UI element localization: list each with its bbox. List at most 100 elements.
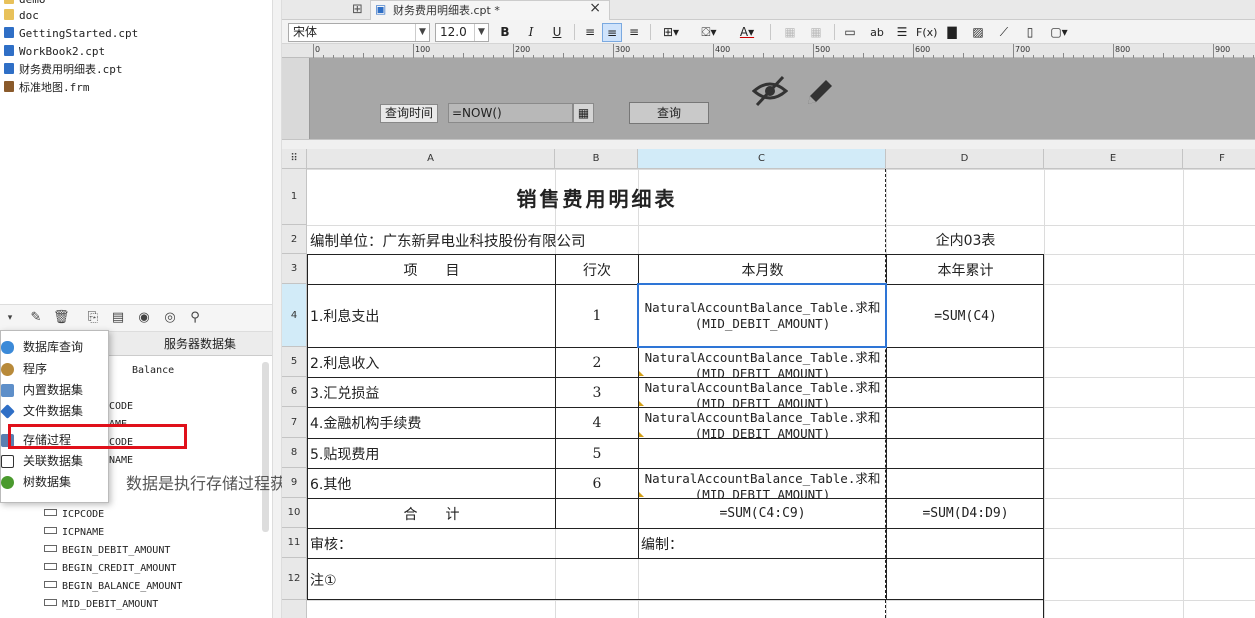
calendar-icon[interactable]: ▦: [573, 103, 594, 123]
row-header-6[interactable]: 6: [282, 377, 307, 407]
item-month-cell[interactable]: NaturalAccountBalance_Table.求和(MID_DEBIT…: [639, 348, 886, 377]
delete-icon[interactable]: 🗑: [53, 310, 70, 326]
file-item-gettingstarted[interactable]: GettingStarted.cpt: [4, 25, 138, 43]
close-tab-icon[interactable]: ×: [589, 0, 601, 16]
item-name-cell[interactable]: 4.金融机构手续费: [308, 408, 555, 438]
dataset-edit-icon[interactable]: ▤: [110, 310, 126, 326]
insert-richtext-icon[interactable]: ab: [867, 23, 887, 42]
edit-pencil-icon[interactable]: [804, 74, 836, 108]
file-item-doc[interactable]: doc: [4, 7, 39, 25]
underline-button[interactable]: U: [547, 23, 567, 42]
item-year-cell[interactable]: [887, 348, 1044, 377]
item-year-cell[interactable]: =SUM(C4): [887, 285, 1044, 347]
field-item[interactable]: BEGIN_BALANCE_AMOUNT: [44, 578, 182, 596]
row-header-5[interactable]: 5: [282, 347, 307, 377]
border-icon[interactable]: ⊞▾: [656, 23, 686, 42]
item-year-cell[interactable]: [887, 408, 1044, 438]
font-name-select[interactable]: 宋体 ▼: [288, 23, 430, 42]
font-color-icon[interactable]: A▾: [732, 23, 762, 42]
field-item[interactable]: BEGIN_CREDIT_AMOUNT: [44, 560, 176, 578]
insert-chart-icon[interactable]: ▇: [942, 23, 962, 42]
column-header-c[interactable]: C: [638, 149, 886, 169]
item-name-cell[interactable]: 1.利息支出: [308, 285, 555, 347]
dataset-scrollbar[interactable]: [262, 362, 269, 532]
db-refresh-icon[interactable]: ◎: [162, 310, 178, 326]
date-input[interactable]: =NOW(): [448, 103, 573, 123]
header-year[interactable]: 本年累计: [887, 255, 1044, 284]
item-month-cell[interactable]: NaturalAccountBalance_Table.求和(MID_DEBIT…: [639, 469, 886, 498]
insert-text-icon[interactable]: ▭: [840, 23, 860, 42]
item-year-cell[interactable]: [887, 378, 1044, 407]
note-cell[interactable]: 注①: [308, 559, 886, 600]
column-header-d[interactable]: D: [886, 149, 1044, 169]
unmerge-cells-icon[interactable]: ▦: [806, 23, 826, 42]
search-icon[interactable]: ⚲: [187, 310, 203, 326]
item-year-cell[interactable]: [887, 469, 1044, 498]
menu-item-db-query[interactable]: 数据库查询: [1, 337, 109, 358]
editor-tab[interactable]: ▣ 财务费用明细表.cpt * ×: [370, 0, 610, 20]
column-header-a[interactable]: A: [307, 149, 555, 169]
hide-eye-icon[interactable]: [752, 74, 788, 108]
item-line-cell[interactable]: 1: [556, 285, 638, 347]
item-line-cell[interactable]: 4: [556, 408, 638, 438]
menu-item-tree[interactable]: 树数据集: [1, 472, 109, 493]
insert-subreport-icon[interactable]: ▯: [1020, 23, 1040, 42]
row-header-3[interactable]: 3: [282, 254, 307, 284]
grid-corner[interactable]: ⠿: [282, 149, 307, 169]
menu-item-builtin[interactable]: 内置数据集: [1, 380, 109, 401]
field-item[interactable]: MID_DEBIT_AMOUNT: [44, 596, 158, 614]
total-year-cell[interactable]: =SUM(D4:D9): [887, 499, 1044, 528]
panel-splitter[interactable]: [272, 0, 282, 618]
row-header-1[interactable]: 1: [282, 169, 307, 225]
font-size-select[interactable]: 12.0 ▼: [435, 23, 489, 42]
item-line-cell[interactable]: 2: [556, 348, 638, 377]
bold-button[interactable]: B: [495, 23, 515, 42]
reviewer-cell[interactable]: 审核：: [308, 529, 555, 558]
menu-item-file[interactable]: 文件数据集: [0, 401, 109, 422]
insert-formula-icon[interactable]: F(x): [916, 23, 937, 42]
grid-layout-icon[interactable]: ⊞: [352, 2, 363, 17]
column-header-f[interactable]: F: [1183, 149, 1255, 169]
db-icon[interactable]: ◉: [136, 310, 152, 326]
total-label-cell[interactable]: 合 计: [308, 499, 555, 528]
report-title[interactable]: 销售费用明细表: [308, 170, 886, 225]
file-item-workbook2[interactable]: WorkBook2.cpt: [4, 43, 105, 61]
unit-cell[interactable]: 编制单位：广东新昇电业科技股份有限公司: [308, 226, 638, 254]
item-month-cell[interactable]: [639, 439, 886, 468]
item-name-cell[interactable]: 3.汇兑损益: [308, 378, 555, 407]
italic-button[interactable]: I: [521, 23, 541, 42]
column-header-e[interactable]: E: [1044, 149, 1183, 169]
item-line-cell[interactable]: 3: [556, 378, 638, 407]
item-name-cell[interactable]: 6.其他: [308, 469, 555, 498]
insert-image-icon[interactable]: ▨: [968, 23, 988, 42]
insert-lines-icon[interactable]: ☰: [892, 23, 912, 42]
total-month-cell[interactable]: =SUM(C4:C9): [639, 499, 886, 528]
item-month-cell[interactable]: NaturalAccountBalance_Table.求和(MID_DEBIT…: [639, 378, 886, 407]
row-header-8[interactable]: 8: [282, 438, 307, 468]
merge-cells-icon[interactable]: ▦: [780, 23, 800, 42]
header-month[interactable]: 本月数: [639, 255, 886, 284]
row-header-2[interactable]: 2: [282, 225, 307, 254]
form-no-cell[interactable]: 企内03表: [887, 226, 1044, 254]
row-header-11[interactable]: 11: [282, 528, 307, 558]
header-line[interactable]: 行次: [556, 255, 638, 284]
row-header-9[interactable]: 9: [282, 468, 307, 498]
dropdown-arrow-icon[interactable]: ▾: [2, 310, 18, 326]
file-item-finance[interactable]: 财务费用明细表.cpt: [4, 61, 123, 79]
menu-item-program[interactable]: 程序: [1, 359, 109, 380]
column-header-b[interactable]: B: [555, 149, 638, 169]
query-button[interactable]: 查询: [629, 102, 709, 124]
align-center-icon[interactable]: ≡: [602, 23, 622, 42]
align-left-icon[interactable]: ≡: [580, 23, 600, 42]
row-header-10[interactable]: 10: [282, 498, 307, 528]
item-name-cell[interactable]: 2.利息收入: [308, 348, 555, 377]
insert-slash-icon[interactable]: ⟋: [994, 23, 1014, 42]
field-item[interactable]: ICPCODE: [44, 506, 104, 524]
row-header-4[interactable]: 4: [282, 284, 307, 347]
item-name-cell[interactable]: 5.贴现费用: [308, 439, 555, 468]
edit-icon[interactable]: ✎: [28, 310, 44, 326]
menu-item-relation[interactable]: 关联数据集: [1, 451, 109, 472]
tab-server-dataset[interactable]: 服务器数据集: [140, 332, 260, 356]
file-item-map[interactable]: 标准地图.frm: [4, 79, 90, 97]
field-item[interactable]: BEGIN_DEBIT_AMOUNT: [44, 542, 170, 560]
